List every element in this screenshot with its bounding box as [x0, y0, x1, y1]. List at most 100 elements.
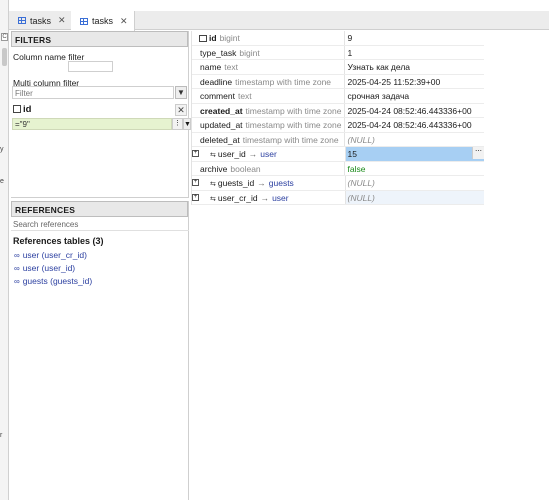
- field-name-cell: id bigint: [192, 31, 346, 45]
- field-value: 2025-04-24 08:52:46.443336+00: [347, 120, 472, 130]
- record-row[interactable]: type_task bigint 1: [192, 45, 484, 60]
- field-name-cell: name text: [192, 60, 346, 74]
- link-icon: ∞: [14, 263, 20, 273]
- field-name: created_at: [200, 105, 243, 116]
- arrow-icon: →: [260, 192, 270, 203]
- expand-icon[interactable]: +: [192, 179, 199, 186]
- field-value: 2025-04-25 11:52:39+00: [347, 76, 441, 87]
- edge-char: e: [0, 178, 4, 185]
- edge-char: r: [0, 432, 3, 439]
- record-row[interactable]: + ⇆ user_cr_id → user (NULL): [192, 190, 484, 205]
- field-name-cell: deleted_at timestamp with time zone: [192, 132, 346, 146]
- field-name-cell: deadline timestamp with time zone: [192, 74, 346, 88]
- table-icon: [80, 17, 88, 25]
- field-value-cell[interactable]: 2025-04-24 08:52:46.443336+00: [345, 104, 484, 118]
- key-column-icon: [13, 105, 21, 113]
- record-grid: id bigint 9 type_task bigint 1 name text Узнать …: [191, 31, 484, 205]
- field-name: type_task: [200, 47, 237, 58]
- reference-target[interactable]: user: [260, 149, 277, 159]
- field-value-cell[interactable]: (NULL): [345, 133, 484, 147]
- field-value-cell[interactable]: 1: [345, 46, 484, 60]
- remove-filter-button[interactable]: ✕: [175, 104, 187, 116]
- record-row[interactable]: created_at timestamp with time zone 2025-0…: [192, 103, 484, 118]
- refresh-icon[interactable]: C: [1, 33, 8, 41]
- scrollbar-thumb[interactable]: [2, 48, 7, 66]
- field-type: timestamp with time zone: [242, 134, 339, 145]
- record-row[interactable]: id bigint 9: [192, 31, 484, 46]
- field-value: (NULL): [347, 192, 375, 203]
- record-row[interactable]: + ⇆ user_id → user 15 ⋯: [192, 147, 484, 162]
- field-value-cell[interactable]: (NULL): [345, 190, 484, 204]
- field-value: срочная задача: [347, 91, 410, 101]
- field-value-cell[interactable]: 9: [345, 31, 484, 45]
- expand-icon[interactable]: +: [192, 150, 199, 157]
- field-value-cell[interactable]: 15 ⋯: [345, 147, 484, 161]
- record-row[interactable]: updated_at timestamp with time zone 2025-0…: [192, 118, 484, 133]
- field-name: updated_at: [200, 120, 243, 130]
- more-options-icon[interactable]: ⋮: [172, 118, 183, 130]
- references-header: REFERENCES: [11, 201, 188, 217]
- field-type: timestamp with time zone: [245, 120, 342, 130]
- field-type: bigint: [219, 33, 240, 43]
- reference-target[interactable]: guests: [269, 178, 294, 188]
- record-row[interactable]: deleted_at timestamp with time zone (NULL): [192, 132, 484, 147]
- record-row[interactable]: deadline timestamp with time zone 2025-04-…: [192, 74, 484, 89]
- search-references-input[interactable]: Search references: [11, 218, 189, 231]
- foreign-key-icon: ⇆: [210, 152, 216, 159]
- field-value: Узнать как дела: [347, 62, 411, 72]
- reference-item[interactable]: ∞ user (user_cr_id): [14, 250, 87, 260]
- multi-column-filter-input[interactable]: Filter: [12, 86, 174, 99]
- record-row[interactable]: comment text срочная задача: [192, 89, 484, 104]
- field-name: comment: [200, 91, 235, 101]
- field-name-cell: comment text: [192, 89, 346, 103]
- record-row[interactable]: name text Узнать как дела: [192, 60, 484, 75]
- link-icon: ∞: [14, 276, 20, 286]
- field-value-cell[interactable]: Узнать как дела: [345, 60, 484, 74]
- arrow-icon: →: [257, 178, 266, 188]
- field-name: user_id: [217, 149, 246, 159]
- funnel-icon[interactable]: ▼: [183, 118, 191, 130]
- references-tables-title: References tables (3): [13, 236, 104, 246]
- reference-target[interactable]: user: [272, 193, 289, 203]
- arrow-icon: →: [248, 149, 258, 159]
- close-icon[interactable]: ✕: [58, 15, 66, 26]
- field-type: timestamp with time zone: [235, 76, 332, 87]
- edge-char: y: [0, 146, 4, 153]
- column-name-filter-input[interactable]: [68, 61, 113, 72]
- tab-bar: tasks ✕ tasks ✕: [9, 11, 549, 31]
- field-name-cell: created_at timestamp with time zone: [192, 103, 346, 117]
- tab-tasks-1[interactable]: tasks ✕: [9, 11, 73, 30]
- field-value-cell[interactable]: (NULL): [346, 176, 485, 190]
- record-row[interactable]: archive boolean false: [192, 161, 484, 176]
- reference-label: guests (guests_id): [22, 276, 93, 286]
- tab-tasks-2[interactable]: tasks ✕: [71, 11, 135, 31]
- funnel-icon[interactable]: ▼: [175, 86, 187, 99]
- field-value-cell[interactable]: 2025-04-25 11:52:39+00: [345, 75, 484, 89]
- field-value: 9: [347, 33, 353, 43]
- field-value-cell[interactable]: срочная задача: [345, 89, 484, 103]
- field-value: (NULL): [347, 134, 375, 145]
- field-value-cell[interactable]: false: [345, 162, 484, 176]
- foreign-key-icon: ⇆: [210, 195, 216, 203]
- column-filter-input[interactable]: ="9": [12, 118, 172, 130]
- field-name-cell: type_task bigint: [192, 45, 346, 59]
- field-value: 1: [347, 47, 353, 58]
- field-type: boolean: [230, 163, 261, 174]
- field-name: deadline: [200, 76, 233, 87]
- tab-label: tasks: [92, 16, 114, 26]
- reference-item[interactable]: ∞ guests (guests_id): [14, 276, 92, 286]
- more-options-icon[interactable]: ⋯: [472, 147, 484, 159]
- field-name: id: [209, 33, 217, 43]
- field-type: text: [224, 62, 238, 72]
- foreign-key-icon: ⇆: [210, 181, 216, 188]
- field-name-cell: + ⇆ guests_id → guests: [192, 176, 346, 190]
- left-panel: FILTERS Column name filter Multi column …: [11, 31, 191, 500]
- tab-label: tasks: [30, 15, 52, 26]
- field-value-cell[interactable]: 2025-04-24 08:52:46.443336+00: [345, 118, 484, 132]
- expand-icon[interactable]: +: [192, 193, 199, 201]
- reference-item[interactable]: ∞ user (user_id): [14, 263, 75, 273]
- close-icon[interactable]: ✕: [120, 16, 128, 27]
- record-row[interactable]: + ⇆ guests_id → guests (NULL): [192, 176, 484, 191]
- left-edge-strip: C y e r: [0, 0, 9, 500]
- field-value: (NULL): [347, 178, 375, 188]
